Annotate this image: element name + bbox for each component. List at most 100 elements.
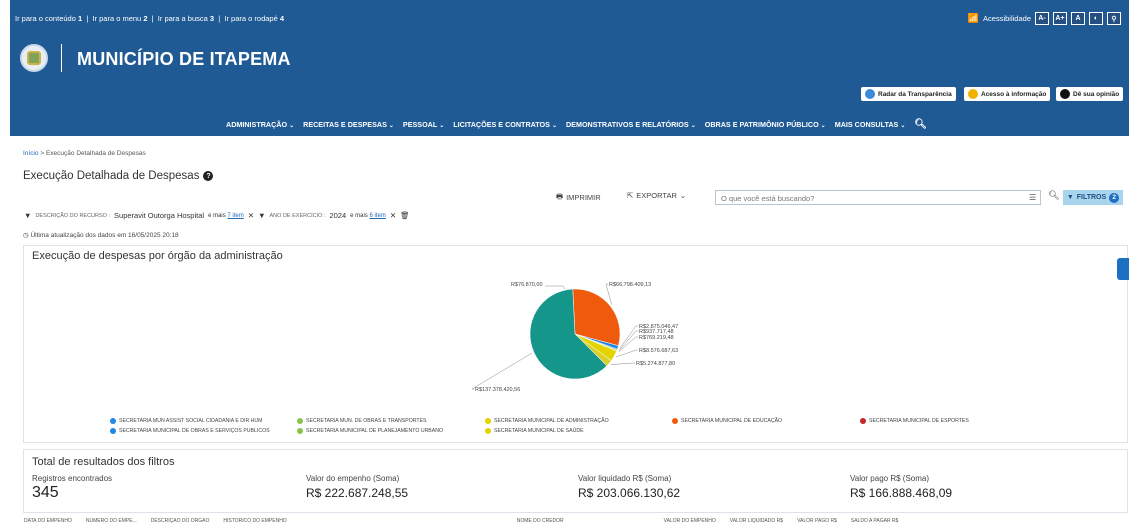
active-filters: ▼ DESCRIÇÃO DO RECURSO : Superavit Outor… bbox=[24, 211, 410, 220]
pie-slice-label: R$8.576.687,63 bbox=[639, 348, 678, 354]
speech-bubble-icon bbox=[1060, 89, 1070, 99]
totals-card: Total de resultados dos filtros Registro… bbox=[23, 449, 1128, 513]
nav-item-obras-patrimonio[interactable]: OBRAS E PATRIMÔNIO PÚBLICO ⌄ bbox=[705, 120, 826, 129]
info-icon bbox=[968, 89, 978, 99]
nav-item-administracao[interactable]: ADMINISTRAÇÃO ⌄ bbox=[226, 120, 294, 129]
nav-item-demonstrativos[interactable]: DEMONSTRATIVOS E RELATÓRIOS ⌄ bbox=[566, 120, 696, 129]
skip-link-search[interactable]: Ir para a busca 3 bbox=[158, 14, 214, 23]
nav-item-pessoal[interactable]: PESSOAL ⌄ bbox=[403, 120, 444, 129]
filter-chip-value: 2024 bbox=[329, 211, 347, 220]
pie-slice-label: R$137.378.420,56 bbox=[475, 387, 520, 393]
filter-chip-value: Superavit Outorga Hospital bbox=[114, 211, 205, 220]
site-title[interactable]: MUNICÍPIO DE ITAPEMA bbox=[77, 49, 291, 70]
logo-divider bbox=[61, 44, 62, 72]
pie-leader-line bbox=[545, 285, 566, 290]
main-nav: ADMINISTRAÇÃO ⌄ RECEITAS E DESPESAS ⌄ PESS… bbox=[226, 119, 927, 130]
nav-item-licitacoes[interactable]: LICITAÇÕES E CONTRATOS ⌄ bbox=[453, 120, 557, 129]
legend-item[interactable]: SECRETARIA MUNICIPAL DE PLANEJAMENTO URB… bbox=[297, 428, 443, 434]
funnel-icon: ▼ bbox=[1066, 194, 1074, 201]
pie-slice-label: R$769.219,48 bbox=[639, 335, 674, 341]
pie-slice-label: R$76.870,00 bbox=[511, 282, 543, 288]
radar-icon bbox=[865, 89, 875, 99]
nav-item-receitas-despesas[interactable]: RECEITAS E DESPESAS ⌄ bbox=[303, 120, 394, 129]
empenho-value: R$ 222.687.248,55 bbox=[306, 486, 409, 500]
funnel-icon: ▼ bbox=[24, 211, 32, 220]
liquidado-label: Valor liquidado R$ (Soma) bbox=[578, 474, 672, 483]
contrast-button[interactable]: ◐ bbox=[1089, 12, 1103, 25]
trash-icon[interactable]: 🗑︎ bbox=[400, 211, 410, 220]
pago-label: Valor pago R$ (Soma) bbox=[850, 474, 929, 483]
vlibras-icon[interactable]: 📶 bbox=[968, 13, 979, 24]
totals-title: Total de resultados dos filtros bbox=[32, 456, 175, 468]
chevron-down-icon: ⌄ bbox=[388, 123, 394, 129]
pie-leader-line bbox=[618, 336, 638, 352]
empenho-label: Valor do empenho (Soma) bbox=[306, 474, 400, 483]
chevron-down-icon: ⌄ bbox=[820, 123, 826, 129]
chevron-down-icon: ⌄ bbox=[551, 123, 557, 129]
pie-leader-line bbox=[610, 362, 635, 365]
chevron-down-icon: ⌄ bbox=[690, 123, 696, 129]
chevron-down-icon: ⌄ bbox=[439, 123, 445, 129]
radar-transparencia-button[interactable]: Radar da Transparência bbox=[861, 87, 956, 101]
nav-item-mais-consultas[interactable]: MAIS CONSULTAS ⌄ bbox=[835, 120, 906, 129]
printer-icon: 🖶︎ bbox=[556, 192, 564, 201]
breadcrumb-current: Execução Detalhada de Despesas bbox=[45, 150, 146, 157]
breadcrumb-home-link[interactable]: Início bbox=[23, 150, 39, 157]
pie-slice-label: R$5.274.877,80 bbox=[636, 361, 675, 367]
legend-item[interactable]: SECRETARIA MUNICIPAL DE EDUCAÇÃO bbox=[672, 418, 782, 424]
pie-leader-line bbox=[618, 330, 638, 351]
registros-label: Registros encontrados bbox=[32, 474, 113, 483]
legend-item[interactable]: SECRETARIA MUNICIPAL DE OBRAS E SERVIÇOS… bbox=[110, 428, 270, 434]
pie-leader-line bbox=[619, 325, 638, 349]
pie-leader-line bbox=[471, 352, 533, 390]
font-increase-button[interactable]: A+ bbox=[1053, 12, 1067, 25]
skip-link-content[interactable]: Ir para o conteúdo 1 bbox=[15, 14, 82, 23]
export-icon: ⇱ bbox=[627, 191, 634, 200]
page-title: Execução Detalhada de Despesas ? bbox=[23, 170, 214, 182]
filters-button[interactable]: ▼ FILTROS 2 bbox=[1063, 190, 1123, 205]
legend-item[interactable]: SECRETARIA MUN ASSIST SOCIAL CIDADANIA E… bbox=[110, 418, 262, 424]
sliders-icon[interactable]: ☰ bbox=[1029, 193, 1036, 202]
last-update: ◷ Última atualização dos dados em 16/05/… bbox=[23, 232, 179, 239]
clock-icon: ◷ bbox=[23, 232, 29, 239]
pago-value: R$ 166.888.468,09 bbox=[850, 486, 953, 500]
site-header: Ir para o conteúdo 1 | Ir para o menu 2 … bbox=[10, 0, 1129, 136]
close-icon[interactable]: ✕ bbox=[248, 211, 254, 220]
pie-chart: R$66.798.409,13R$2.875.046,47R$937.717,4… bbox=[471, 282, 678, 393]
font-reset-button[interactable]: A bbox=[1071, 12, 1085, 25]
skip-links: Ir para o conteúdo 1 | Ir para o menu 2 … bbox=[15, 14, 285, 23]
close-icon[interactable]: ✕ bbox=[390, 211, 396, 220]
filter-chip-more-link[interactable]: 7 item bbox=[227, 213, 243, 219]
help-icon[interactable]: ? bbox=[203, 171, 214, 181]
vlibras-side-tab[interactable] bbox=[1117, 258, 1129, 280]
search-submit-icon[interactable]: 🔍︎ bbox=[1047, 190, 1061, 205]
legend-item[interactable]: SECRETARIA MUNICIPAL DE ADMINISTRAÇÃO bbox=[485, 418, 609, 424]
search-input[interactable]: O que você está buscando? bbox=[715, 190, 1041, 205]
legend-item[interactable]: SECRETARIA MUNICIPAL DE ESPORTES bbox=[860, 418, 969, 424]
font-decrease-button[interactable]: A- bbox=[1035, 12, 1049, 25]
accessibility-bar: 📶 Acessibilidade A- A+ A ◐ ⚲ bbox=[968, 12, 1121, 25]
acesso-informacao-button[interactable]: Acesso à informação bbox=[964, 87, 1051, 101]
chevron-down-icon: ⌄ bbox=[289, 123, 295, 129]
pie-slice-label: R$66.798.409,13 bbox=[609, 282, 651, 288]
chart-card: Execução de despesas por órgão da admini… bbox=[23, 245, 1128, 443]
registros-value: 345 bbox=[32, 484, 59, 501]
chevron-down-icon: ⌄ bbox=[900, 123, 906, 129]
de-sua-opiniao-button[interactable]: Dê sua opinião bbox=[1056, 87, 1124, 101]
legend-item[interactable]: SECRETARIA MUNICIPAL DE SAÚDE bbox=[485, 428, 584, 434]
skip-link-menu[interactable]: Ir para o menu 2 bbox=[92, 14, 147, 23]
filter-chip-more-link[interactable]: 6 item bbox=[369, 213, 385, 219]
accessibility-label[interactable]: Acessibilidade bbox=[983, 14, 1031, 23]
accessibility-options-button[interactable]: ⚲ bbox=[1107, 12, 1121, 25]
skip-link-footer[interactable]: Ir para o rodapé 4 bbox=[224, 14, 284, 23]
export-button[interactable]: ⇱ EXPORTAR ⌄ bbox=[627, 191, 686, 200]
funnel-icon: ▼ bbox=[258, 211, 266, 220]
print-button[interactable]: 🖶︎ IMPRIMIR bbox=[556, 191, 601, 204]
liquidado-value: R$ 203.066.130,62 bbox=[578, 486, 681, 500]
legend-item[interactable]: SECRETARIA MUN. DE OBRAS E TRANSPORTES bbox=[297, 418, 427, 424]
municipality-logo[interactable] bbox=[20, 44, 48, 72]
breadcrumb: Início > Execução Detalhada de Despesas bbox=[23, 150, 146, 157]
search-icon[interactable]: 🔍︎ bbox=[914, 119, 927, 130]
chevron-down-icon: ⌄ bbox=[679, 191, 687, 200]
filters-count-badge: 2 bbox=[1109, 192, 1120, 203]
